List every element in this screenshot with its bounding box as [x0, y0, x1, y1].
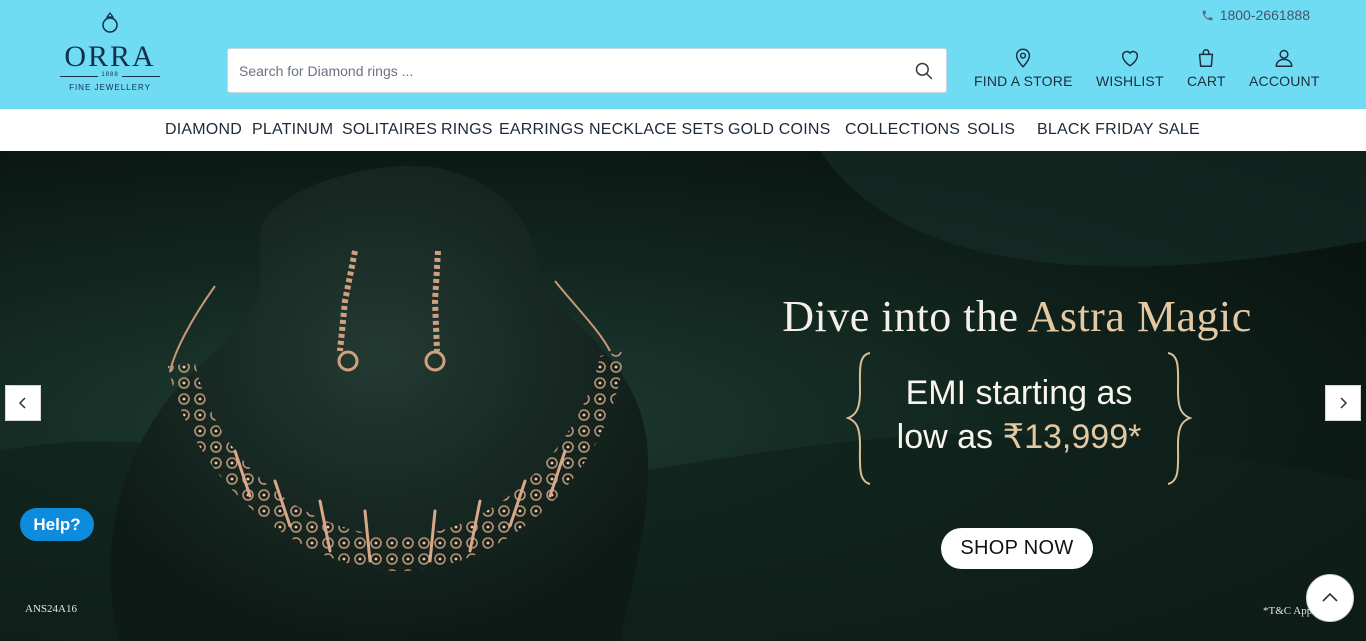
wishlist-label: WISHLIST [1096, 73, 1164, 89]
search-bar [227, 48, 947, 93]
shop-now-button[interactable]: SHOP NOW [941, 528, 1093, 569]
product-code: ANS24A16 [25, 603, 77, 615]
shopping-bag-icon [1199, 49, 1214, 67]
site-header: 1800-2661888 ORRA 1888 FINE JEWELLERY FI… [0, 0, 1366, 109]
cart-button[interactable]: CART [1187, 46, 1226, 89]
emi-line-2-plain: low as [896, 418, 1003, 456]
wishlist-button[interactable]: WISHLIST [1096, 46, 1164, 89]
help-chat-button[interactable]: Help? [20, 508, 94, 541]
search-input[interactable] [228, 49, 898, 92]
find-store-button[interactable]: FIND A STORE [974, 46, 1073, 89]
emi-offer: EMI starting as low as ₹13,999* [846, 351, 1192, 486]
scroll-to-top-button[interactable] [1306, 574, 1354, 622]
menu-item-black-friday-sale[interactable]: BLACK FRIDAY SALE [1037, 121, 1200, 139]
menu-item-solis[interactable]: SOLIS [967, 121, 1015, 139]
logo-tagline: FINE JEWELLERY [69, 83, 151, 92]
carousel-prev-button[interactable] [5, 385, 41, 421]
chevron-left-icon [18, 397, 26, 409]
menu-item-platinum[interactable]: PLATINUM [252, 121, 333, 139]
hero-headline: Dive into the Astra Magic [700, 291, 1334, 342]
menu-item-solitaires[interactable]: SOLITAIRES [342, 121, 437, 139]
chevron-right-icon [1340, 397, 1348, 409]
emi-line-2: low as ₹13,999* [846, 415, 1192, 459]
menu-item-earrings[interactable]: EARRINGS [499, 121, 584, 139]
menu-item-rings[interactable]: RINGS [441, 121, 493, 139]
menu-item-collections[interactable]: COLLECTIONS [845, 121, 960, 139]
map-pin-icon [1016, 48, 1031, 68]
menu-item-diamond[interactable]: DIAMOND [165, 121, 242, 139]
phone-icon [1202, 10, 1213, 20]
search-icon[interactable] [914, 61, 934, 81]
emi-price: ₹13,999* [1002, 418, 1142, 456]
logo-wordmark: ORRA [64, 40, 156, 73]
menu-item-necklace-sets[interactable]: NECKLACE SETS [589, 121, 724, 139]
headline-accent: Astra Magic [1027, 292, 1252, 341]
heart-icon [1121, 50, 1138, 67]
category-menu: DIAMOND PLATINUM SOLITAIRES RINGS EARRIN… [0, 109, 1366, 151]
logo-rule-right [122, 76, 160, 77]
emi-text: EMI starting as low as ₹13,999* [846, 371, 1192, 459]
account-label: ACCOUNT [1249, 73, 1320, 89]
terms-note: *T&C App [1263, 605, 1313, 617]
emi-line-1: EMI starting as [905, 374, 1133, 412]
phone-number: 1800-2661888 [1219, 7, 1310, 23]
hero-banner[interactable]: Dive into the Astra Magic EMI starting a… [0, 151, 1366, 641]
user-icon [1275, 49, 1293, 67]
phone-contact[interactable]: 1800-2661888 [1201, 7, 1310, 23]
chevron-up-icon [1322, 592, 1338, 602]
headline-plain: Dive into the [782, 292, 1028, 341]
logo-year: 1888 [101, 72, 119, 78]
cart-label: CART [1187, 73, 1226, 89]
orra-logo[interactable]: ORRA 1888 FINE JEWELLERY [48, 12, 172, 96]
account-button[interactable]: ACCOUNT [1249, 46, 1320, 89]
ring-logo-icon [102, 12, 118, 33]
menu-item-gold-coins[interactable]: GOLD COINS [728, 121, 830, 139]
carousel-next-button[interactable] [1325, 385, 1361, 421]
find-store-label: FIND A STORE [974, 73, 1073, 89]
